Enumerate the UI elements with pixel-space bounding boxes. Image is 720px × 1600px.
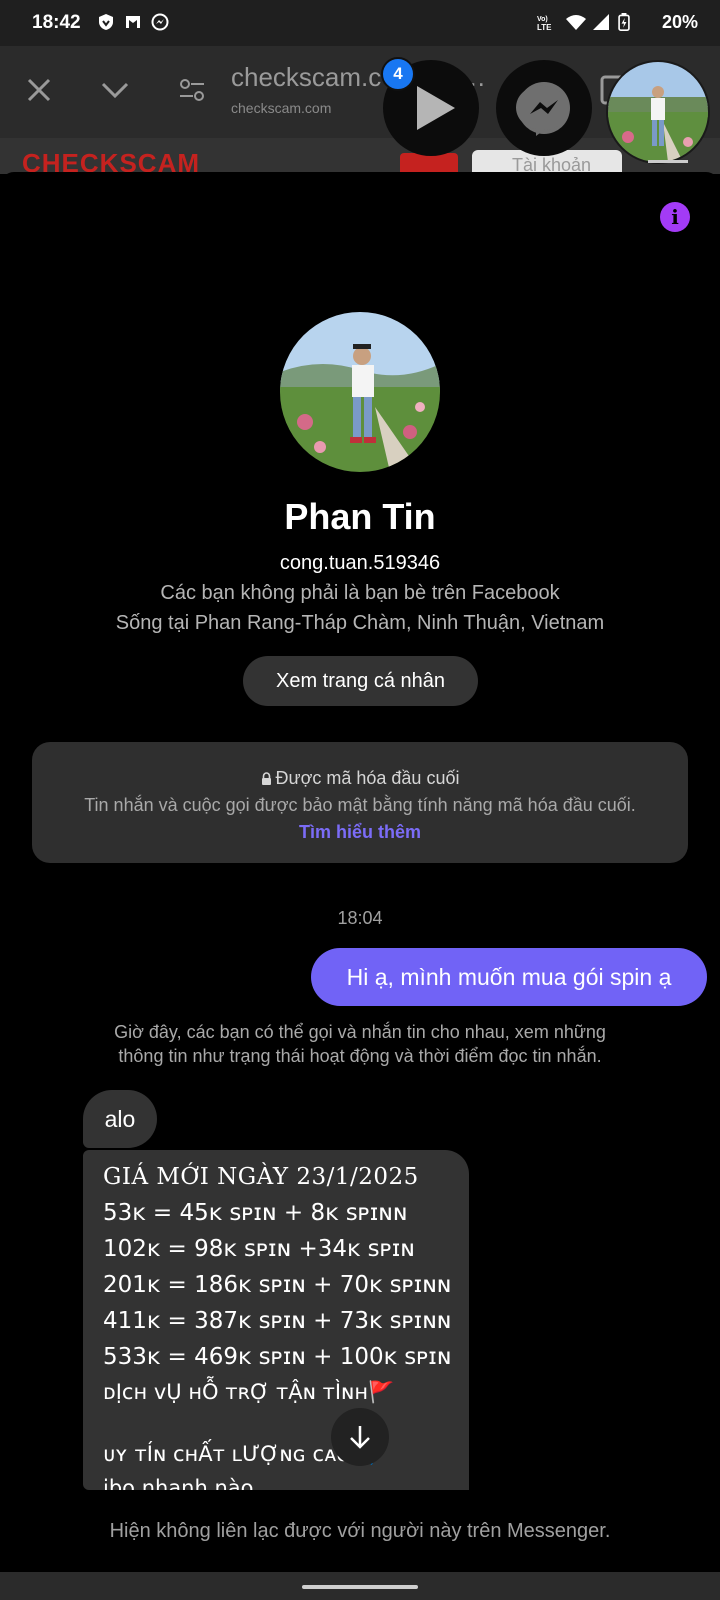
signal-icon [593,14,609,30]
home-gesture-pill[interactable] [302,1585,418,1589]
price-heading: GIÁ MỚI NGÀY 23/1/2025 [103,1164,419,1190]
unread-badge: 4 [381,57,415,91]
learn-more-link[interactable]: Tìm hiểu thêm [299,822,421,842]
url-domain: checkscam.com [231,100,332,116]
status-time: 18:42 [32,12,81,33]
chathead-handle [648,160,688,163]
view-profile-button[interactable]: Xem trang cá nhân [243,656,478,706]
wifi-icon [566,15,586,30]
price-line: 201ᴋ = 186ᴋ ꜱᴘɪɴ + 70ᴋ ꜱᴘɪɴɴ [103,1272,452,1298]
sent-message-bubble[interactable]: Hi ạ, mình muốn mua gói spin ạ [311,948,707,1006]
arrow-down-icon [350,1426,370,1449]
unreachable-notice: Hiện không liên lạc được với người này t… [109,1520,611,1542]
received-price-message[interactable]: GIÁ MỚI NGÀY 23/1/2025 53ᴋ = 45ᴋ ꜱᴘɪɴ + … [83,1150,469,1490]
price-line: 53ᴋ = 45ᴋ ꜱᴘɪɴ + 8ᴋ ꜱᴘɪɴɴ [103,1200,408,1226]
svg-text:Vo): Vo) [537,16,548,23]
url-title[interactable]: checkscam.c [231,62,381,93]
lock-icon [261,772,271,785]
messenger-icon [516,82,570,136]
message-timestamp: 18:04 [337,908,383,928]
close-icon[interactable] [26,77,52,103]
profile-username: cong.tuan.519346 [279,552,441,574]
profile-avatar[interactable] [280,312,440,472]
vpn-shield-icon [99,14,113,30]
friend-status: Các bạn không phải là bạn bè trên Facebo… [160,582,560,604]
profile-location: Sống tại Phan Rang-Tháp Chàm, Ninh Thuận… [115,612,605,634]
price-line: 102ᴋ = 98ᴋ ꜱᴘɪɴ +34ᴋ ꜱᴘɪɴ [103,1236,415,1262]
received-message-short[interactable]: alo [83,1090,157,1148]
encryption-title: Được mã hóa đầu cuối [275,768,460,788]
info-icon[interactable]: i [660,202,690,232]
price-line: 533ᴋ = 469ᴋ ꜱᴘɪɴ + 100ᴋ ꜱᴘɪɴ [103,1344,452,1370]
battery-percent: 20% [661,12,698,32]
service-line: ᴅỊᴄʜ ᴠỤ ʜỖ ᴛʀỢ ᴛẬɴ ᴛÌɴʜ🚩 [103,1380,395,1404]
gmail-icon [126,16,140,28]
price-line: 411ᴋ = 387ᴋ ꜱᴘɪɴ + 73ᴋ ꜱᴘɪɴɴ [103,1308,452,1334]
encryption-title-row: Được mã hóa đầu cuối [32,768,688,789]
battery-icon [618,13,630,31]
cta-line: ibo nhanh nào [103,1476,254,1490]
svg-text:LTE: LTE [537,23,552,31]
volte-icon: Vo)LTE [537,16,552,31]
encryption-body: Tin nhắn và cuộc gọi được bảo mật bằng t… [84,795,636,815]
page-settings-icon[interactable] [178,77,206,103]
contact-chathead-avatar[interactable] [606,60,710,164]
scroll-to-bottom-button[interactable] [331,1408,389,1466]
profile-name: Phan Tin [284,496,436,537]
chevron-down-icon[interactable] [100,80,130,100]
encryption-description: Tin nhắn và cuộc gọi được bảo mật bằng t… [80,792,640,846]
messenger-chathead[interactable] [496,60,592,156]
messenger-notif-icon [151,13,169,31]
connection-notice: Giờ đây, các bạn có thể gọi và nhắn tin … [114,1022,606,1066]
